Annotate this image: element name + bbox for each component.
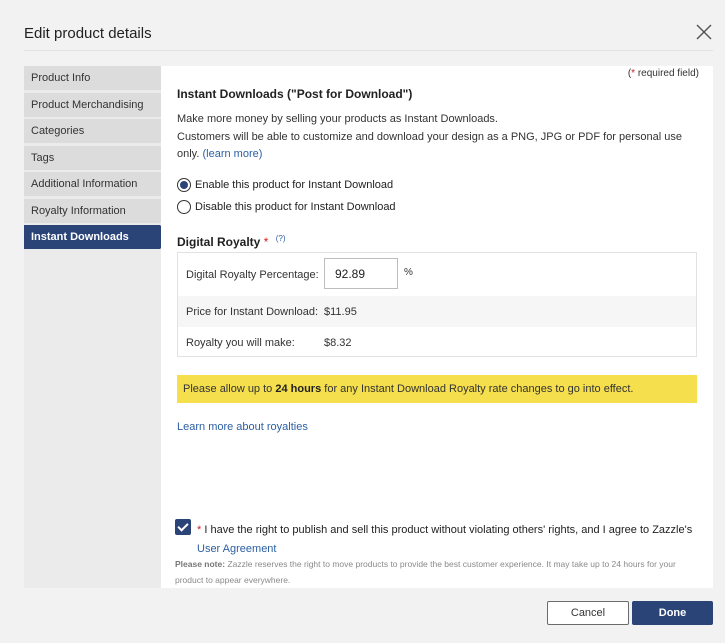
user-agreement-link[interactable]: User Agreement (197, 543, 276, 555)
help-icon[interactable]: (?) (276, 234, 286, 243)
royalty-percentage-label: Digital Royalty Percentage: (186, 268, 319, 281)
price-value: $11.95 (324, 305, 357, 318)
header-divider (24, 50, 713, 51)
sidebar-item-royalty-information[interactable]: Royalty Information (24, 198, 161, 223)
description-line-1: Make more money by selling your products… (177, 113, 498, 125)
price-label: Price for Instant Download: (186, 305, 319, 318)
royalty-change-notice: Please allow up to 24 hours for any Inst… (177, 375, 697, 403)
sidebar-nav: Product Info Product Merchandising Categ… (24, 66, 172, 588)
section-title: Instant Downloads ("Post for Download") (177, 87, 413, 101)
radio-checked-icon[interactable] (177, 178, 191, 192)
agreement-text-block: * I have the right to publish and sell t… (197, 521, 697, 559)
sidebar-item-categories[interactable]: Categories (24, 119, 161, 143)
agreement-text: I have the right to publish and sell thi… (204, 524, 693, 536)
radio-enable-label: Enable this product for Instant Download (195, 179, 394, 191)
radio-unchecked-icon[interactable] (177, 200, 191, 214)
learn-more-link[interactable]: (learn more) (202, 148, 262, 160)
required-star: * (263, 235, 269, 249)
royalty-value: $8.32 (324, 336, 352, 349)
sidebar-item-product-info[interactable]: Product Info (24, 66, 161, 90)
notice-bold: 24 hours (275, 383, 322, 395)
royalty-details-box: Digital Royalty Percentage: % Price for … (177, 252, 697, 357)
please-note: Please note: Zazzle reserves the right t… (175, 557, 699, 588)
sidebar-item-instant-downloads[interactable]: Instant Downloads (24, 225, 172, 249)
percent-sign: % (404, 267, 413, 278)
required-field-note: (* required field) (628, 68, 699, 79)
notice-pre: Please allow up to (183, 383, 273, 395)
sidebar-item-product-merchandising[interactable]: Product Merchandising (24, 92, 161, 117)
royalty-row: Royalty you will make: $8.32 (178, 327, 696, 358)
dialog-title: Edit product details (24, 25, 152, 42)
sidebar-item-additional-information[interactable]: Additional Information (24, 172, 161, 196)
required-star: * (197, 524, 202, 536)
main-content: (* required field) Instant Downloads ("P… (161, 66, 713, 588)
royalty-label: Royalty you will make: (186, 336, 295, 349)
radio-disable-label: Disable this product for Instant Downloa… (195, 201, 396, 213)
digital-royalty-title: Digital Royalty (177, 235, 261, 249)
required-text: required field) (637, 68, 699, 79)
radio-enable-instant-download[interactable]: Enable this product for Instant Download (177, 178, 393, 192)
digital-royalty-heading: Digital Royalty * (?) (177, 234, 286, 249)
done-button[interactable]: Done (632, 601, 713, 625)
close-icon[interactable] (694, 22, 714, 42)
radio-disable-instant-download[interactable]: Disable this product for Instant Downloa… (177, 200, 396, 214)
section-description: Make more money by selling your products… (177, 111, 701, 164)
note-text: Zazzle reserves the right to move produc… (175, 559, 676, 585)
note-label: Please note: (175, 559, 226, 569)
royalty-percentage-row: Digital Royalty Percentage: % (178, 253, 696, 296)
price-row: Price for Instant Download: $11.95 (178, 296, 696, 327)
agreement-checkbox[interactable] (175, 519, 191, 535)
cancel-button[interactable]: Cancel (547, 601, 629, 625)
royalty-percentage-input[interactable] (324, 258, 398, 289)
required-star: * (631, 68, 636, 79)
sidebar-item-tags[interactable]: Tags (24, 145, 161, 170)
learn-more-royalties-link[interactable]: Learn more about royalties (177, 421, 308, 433)
notice-post: for any Instant Download Royalty rate ch… (324, 383, 634, 395)
